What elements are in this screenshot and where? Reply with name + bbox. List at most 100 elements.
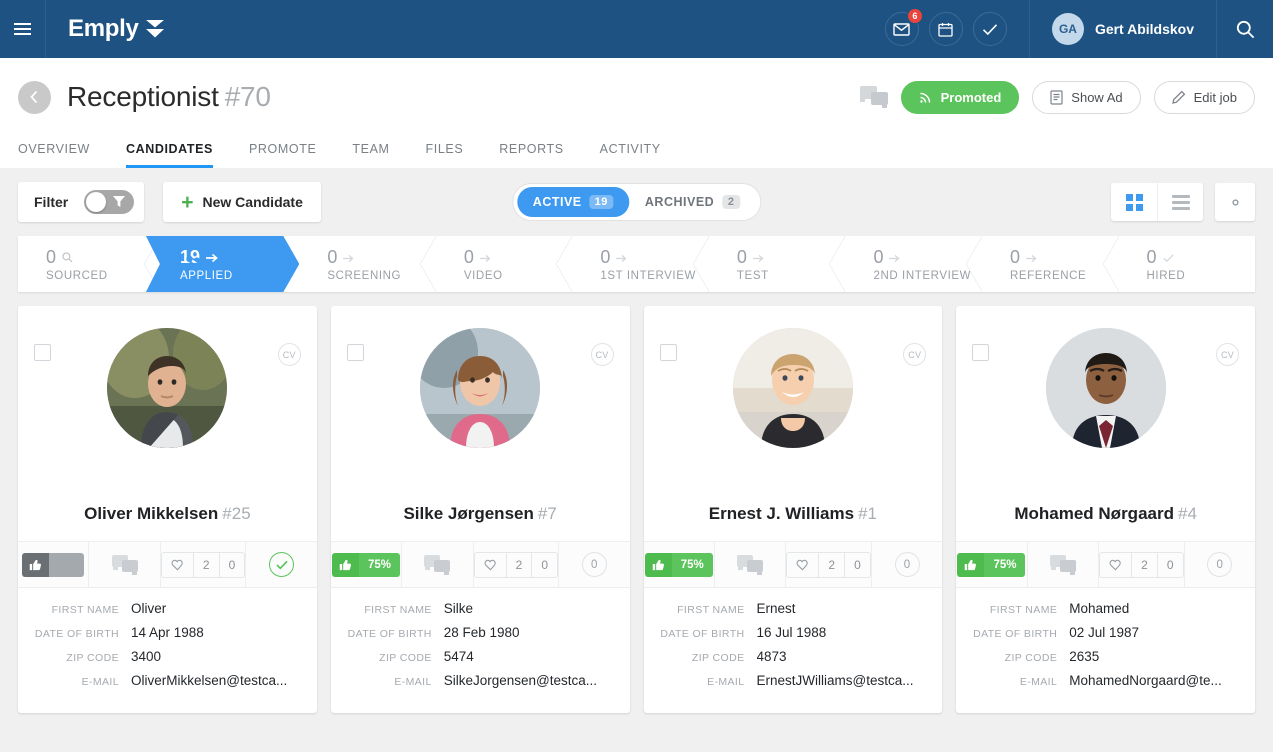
rating-button[interactable]: 75% <box>331 552 400 577</box>
stage-video[interactable]: 0 VIDEO <box>436 236 573 292</box>
pending-count-badge[interactable]: 0 <box>894 552 920 577</box>
stage-applied[interactable]: 19 APPLIED <box>146 236 299 292</box>
candidate-checkbox[interactable] <box>346 344 364 361</box>
cv-badge[interactable]: CV <box>903 343 927 366</box>
candidate-checkbox[interactable] <box>34 344 51 361</box>
edit-job-button[interactable]: Edit job <box>1153 80 1255 114</box>
tab-team[interactable]: TEAM <box>352 142 389 168</box>
filter-control[interactable]: Filter <box>18 182 145 222</box>
candidate-card[interactable]: CV Mohamed Nørgaard #4 75% 2 0 0 FIRST N… <box>956 306 1255 713</box>
candidate-name: Oliver Mikkelsen <box>84 504 219 523</box>
stage-2nd-interview[interactable]: 0 2ND INTERVIEW <box>845 236 982 292</box>
arrow-right-icon <box>889 254 900 262</box>
mail-unread-badge: 6 <box>906 8 923 24</box>
stage-1st-interview[interactable]: 0 1ST INTERVIEW <box>572 236 709 292</box>
search-icon-button[interactable] <box>1217 0 1273 58</box>
tab-candidates[interactable]: CANDIDATES <box>125 142 213 168</box>
user-menu[interactable]: GA Gert Abildskov <box>1030 0 1217 58</box>
segment-active[interactable]: ACTIVE 19 <box>516 187 629 217</box>
brand-logo[interactable]: Emply <box>68 15 165 43</box>
stage-reference[interactable]: 0 REFERENCE <box>982 236 1119 292</box>
comments-cell[interactable] <box>401 542 472 587</box>
promoted-button[interactable]: Promoted <box>900 80 1020 114</box>
back-button[interactable] <box>18 80 51 114</box>
mail-icon-button[interactable]: 6 <box>884 8 923 46</box>
tab-promote[interactable]: PROMOTE <box>249 142 316 168</box>
stage-sourced-label: SOURCED <box>46 269 108 282</box>
stage-hired[interactable]: 0 HIRED <box>1119 236 1255 292</box>
detail-row-date-of-birth: DATE OF BIRTH 02 Jul 1987 <box>966 625 1239 640</box>
brand-name: Emply <box>68 15 139 42</box>
detail-label: E-MAIL <box>81 676 119 688</box>
stage-sourced[interactable]: 0 SOURCED <box>18 236 160 292</box>
votes-group[interactable]: 2 0 <box>473 551 559 578</box>
detail-row-date-of-birth: DATE OF BIRTH 16 Jul 1988 <box>654 625 927 640</box>
pending-count-badge[interactable]: 0 <box>581 552 607 577</box>
segment-archived-count: 2 <box>722 195 741 209</box>
stage-sourced-count: 0 <box>46 246 57 267</box>
comments-cell[interactable] <box>88 542 159 587</box>
rating-percent: 75% <box>984 552 1026 577</box>
filter-toggle[interactable] <box>84 190 135 214</box>
segment-archived[interactable]: ARCHIVED 2 <box>629 187 756 217</box>
candidate-card[interactable]: CV Ernest J. Williams #1 75% 2 0 0 FIRST… <box>643 306 943 713</box>
votes-group[interactable]: 2 0 <box>160 551 246 578</box>
candidate-checkbox[interactable] <box>972 344 990 361</box>
detail-value: 4873 <box>756 649 787 664</box>
approved-check-button[interactable] <box>269 552 294 577</box>
stage-test-label: TEST <box>736 269 769 282</box>
rating-button[interactable]: 75% <box>957 552 1026 577</box>
comments-cell[interactable] <box>1026 542 1098 587</box>
stage-2nd-interview-count: 0 <box>873 246 884 267</box>
detail-label: DATE OF BIRTH <box>347 628 432 640</box>
rating-button[interactable]: 75% <box>644 552 713 577</box>
cv-badge[interactable]: CV <box>1216 343 1239 366</box>
stage-test-count: 0 <box>736 246 747 267</box>
tasks-check-icon-button[interactable] <box>972 12 1007 46</box>
list-view-button[interactable] <box>1157 183 1203 221</box>
dislike-count: 0 <box>531 551 557 578</box>
tab-files[interactable]: FILES <box>426 142 464 168</box>
tab-activity[interactable]: ACTIVITY <box>600 142 661 168</box>
candidate-name: Mohamed Nørgaard <box>1014 504 1174 523</box>
stage-2nd-interview-label: 2ND INTERVIEW <box>873 269 972 282</box>
votes-group[interactable]: 2 0 <box>786 551 871 578</box>
comments-icon[interactable] <box>859 86 888 108</box>
rating-button[interactable] <box>22 552 85 577</box>
comments-cell[interactable] <box>713 542 785 587</box>
job-title-text: Receptionist <box>67 81 219 112</box>
votes-cell: 2 0 <box>1098 542 1184 587</box>
detail-label: FIRST NAME <box>677 604 745 616</box>
candidate-card[interactable]: CV Oliver Mikkelsen #25 2 0 FIRST NAME O… <box>18 306 317 713</box>
candidate-checkbox[interactable] <box>659 344 677 361</box>
cv-badge[interactable]: CV <box>277 343 301 366</box>
cv-badge[interactable]: CV <box>590 343 614 366</box>
pending-count-badge[interactable]: 0 <box>1207 552 1233 577</box>
stage-screening[interactable]: 0 SCREENING <box>299 236 436 292</box>
settings-button[interactable] <box>1215 183 1255 221</box>
hamburger-menu-icon[interactable] <box>0 0 46 58</box>
list-view-icon <box>1171 194 1190 210</box>
candidate-card[interactable]: CV Silke Jørgensen #7 75% 2 0 0 FIRST NA… <box>330 306 630 713</box>
candidate-name-row: Oliver Mikkelsen #25 <box>18 490 317 541</box>
tab-overview[interactable]: OVERVIEW <box>18 142 90 168</box>
grid-view-button[interactable] <box>1111 183 1157 221</box>
rating-cell <box>18 542 88 587</box>
heart-icon <box>787 552 818 578</box>
detail-label: DATE OF BIRTH <box>660 628 745 640</box>
rating-cell: 75% <box>644 542 714 587</box>
people-icon <box>183 255 202 275</box>
thumbs-up-icon <box>331 552 359 577</box>
votes-group[interactable]: 2 0 <box>1099 551 1184 578</box>
tab-reports[interactable]: REPORTS <box>499 142 563 168</box>
calendar-icon-button[interactable] <box>928 12 963 46</box>
new-candidate-button[interactable]: + New Candidate <box>163 182 321 222</box>
show-ad-button[interactable]: Show Ad <box>1032 80 1141 114</box>
magnifier-icon <box>62 251 73 262</box>
stage-test[interactable]: 0 TEST <box>709 236 846 292</box>
detail-row-zip-code: ZIP CODE 5474 <box>341 649 614 664</box>
card-top: CV <box>331 328 630 490</box>
candidate-name: Silke Jørgensen <box>403 504 534 523</box>
candidate-details: FIRST NAME Silke DATE OF BIRTH 28 Feb 19… <box>331 588 630 713</box>
heart-icon <box>1100 552 1131 578</box>
